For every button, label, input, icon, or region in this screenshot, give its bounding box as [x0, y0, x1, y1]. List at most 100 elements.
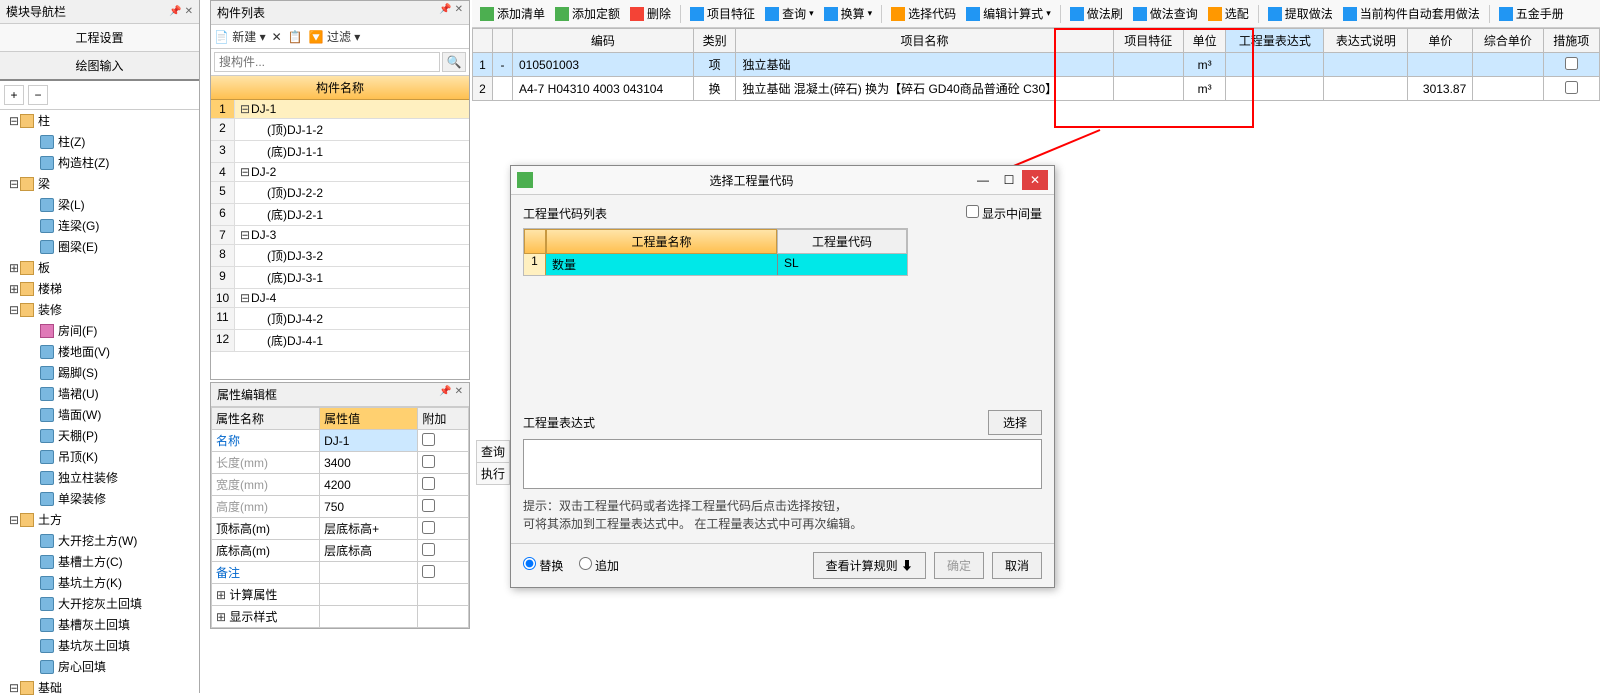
property-row[interactable]: ⊞ 计算属性	[212, 584, 469, 606]
property-table[interactable]: 属性名称属性值附加名称DJ-1长度(mm)3400宽度(mm)4200高度(mm…	[211, 407, 469, 628]
main-table[interactable]: 编码类别项目名称项目特征单位工程量表达式表达式说明单价综合单价措施项1-0105…	[472, 28, 1600, 101]
component-row[interactable]: 3(底)DJ-1-1	[211, 141, 469, 163]
tree-item[interactable]: 大开挖土方(W)	[0, 530, 199, 551]
expr-textarea[interactable]	[523, 439, 1042, 489]
component-row[interactable]: 1⊟ DJ-1	[211, 100, 469, 119]
cancel-button[interactable]: 取消	[992, 552, 1042, 579]
component-row[interactable]: 5(顶)DJ-2-2	[211, 182, 469, 204]
main-col-header[interactable]	[473, 29, 493, 53]
tree-item[interactable]: ⊟梁	[0, 173, 199, 194]
tree-item[interactable]: 基槽灰土回填	[0, 614, 199, 635]
tree-item[interactable]: 柱(Z)	[0, 131, 199, 152]
toolbar-项目特征[interactable]: 项目特征	[686, 3, 759, 24]
copy-icon[interactable]: 📋	[288, 30, 303, 44]
nav-add-button[interactable]: +	[4, 85, 24, 105]
tree-item[interactable]: 连梁(G)	[0, 215, 199, 236]
show-mid-checkbox[interactable]: 显示中间量	[966, 205, 1042, 222]
view-rule-button[interactable]: 查看计算规则 ⬇	[813, 552, 926, 579]
tree-item[interactable]: ⊞楼梯	[0, 278, 199, 299]
pin-icon[interactable]: 📌 ✕	[169, 6, 193, 17]
toolbar-选配[interactable]: 选配	[1204, 3, 1253, 24]
tree-item[interactable]: ⊟柱	[0, 110, 199, 131]
search-button[interactable]: 🔍	[442, 52, 466, 72]
component-row[interactable]: 10⊟ DJ-4	[211, 289, 469, 308]
property-row[interactable]: 顶标高(m)层底标高+	[212, 518, 469, 540]
dialog-titlebar[interactable]: 选择工程量代码 — ☐ ✕	[511, 166, 1054, 195]
pin-icon[interactable]: 📌 ✕	[439, 386, 463, 403]
tree-item[interactable]: 吊顶(K)	[0, 446, 199, 467]
component-row[interactable]: 8(顶)DJ-3-2	[211, 245, 469, 267]
radio-append[interactable]	[579, 557, 592, 570]
tree-item[interactable]: 圈梁(E)	[0, 236, 199, 257]
main-col-header[interactable]: 项目名称	[736, 29, 1113, 53]
tree-item[interactable]: 楼地面(V)	[0, 341, 199, 362]
toolbar-换算[interactable]: 换算 ▾	[820, 3, 877, 24]
table-row[interactable]: 2A4-7 H04310 4003 043104换独立基础 混凝土(碎石) 换为…	[473, 77, 1600, 101]
main-col-header[interactable]	[493, 29, 513, 53]
main-col-header[interactable]: 表达式说明	[1324, 29, 1408, 53]
main-col-header[interactable]: 类别	[693, 29, 736, 53]
nav-tree[interactable]: ⊟柱柱(Z)构造柱(Z)⊟梁梁(L)连梁(G)圈梁(E)⊞板⊞楼梯⊟装修房间(F…	[0, 110, 199, 700]
new-button[interactable]: 📄 新建 ▾	[214, 28, 266, 45]
toolbar-当前构件自动套用做法[interactable]: 当前构件自动套用做法	[1339, 3, 1484, 24]
tree-item[interactable]: 房心回填	[0, 656, 199, 677]
close-button[interactable]: ✕	[1022, 170, 1048, 190]
tree-item[interactable]: ⊞板	[0, 257, 199, 278]
toolbar-五金手册[interactable]: 五金手册	[1495, 3, 1568, 24]
select-button[interactable]: 选择	[988, 410, 1042, 435]
toolbar-添加定额[interactable]: 添加定额	[551, 3, 624, 24]
property-row[interactable]: 宽度(mm)4200	[212, 474, 469, 496]
exec-label[interactable]: 执行	[476, 462, 510, 485]
tree-item[interactable]: 单梁装修	[0, 488, 199, 509]
tree-item[interactable]: 基坑土方(K)	[0, 572, 199, 593]
tree-item[interactable]: 踢脚(S)	[0, 362, 199, 383]
tree-item[interactable]: 梁(L)	[0, 194, 199, 215]
property-row[interactable]: 名称DJ-1	[212, 430, 469, 452]
tab-project-settings[interactable]: 工程设置	[0, 24, 199, 52]
component-row[interactable]: 4⊟ DJ-2	[211, 163, 469, 182]
radio-replace[interactable]	[523, 557, 536, 570]
main-col-header[interactable]: 编码	[513, 29, 694, 53]
main-col-header[interactable]: 单位	[1183, 29, 1226, 53]
tree-item[interactable]: 大开挖灰土回填	[0, 593, 199, 614]
property-row[interactable]: 备注	[212, 562, 469, 584]
property-row[interactable]: 高度(mm)750	[212, 496, 469, 518]
property-row[interactable]: ⊞ 显示样式	[212, 606, 469, 628]
tree-item[interactable]: ⊟基础	[0, 677, 199, 698]
toolbar-查询[interactable]: 查询 ▾	[761, 3, 818, 24]
maximize-button[interactable]: ☐	[996, 170, 1022, 190]
component-row[interactable]: 6(底)DJ-2-1	[211, 204, 469, 226]
tree-item[interactable]: 墙裙(U)	[0, 383, 199, 404]
tree-item[interactable]: 基坑灰土回填	[0, 635, 199, 656]
toolbar-添加清单[interactable]: 添加清单	[476, 3, 549, 24]
main-col-header[interactable]: 单价	[1408, 29, 1473, 53]
tree-item[interactable]: ⊟装修	[0, 299, 199, 320]
main-col-header[interactable]: 综合单价	[1473, 29, 1543, 53]
toolbar-编辑计算式[interactable]: 编辑计算式 ▾	[962, 3, 1055, 24]
component-row[interactable]: 12(底)DJ-4-1	[211, 330, 469, 352]
ok-button[interactable]: 确定	[934, 552, 984, 579]
pin-icon[interactable]: 📌 ✕	[439, 4, 463, 21]
main-col-header[interactable]: 工程量表达式	[1226, 29, 1324, 53]
minimize-button[interactable]: —	[970, 170, 996, 190]
tree-item[interactable]: 房间(F)	[0, 320, 199, 341]
toolbar-选择代码[interactable]: 选择代码	[887, 3, 960, 24]
property-row[interactable]: 底标高(m)层底标高	[212, 540, 469, 562]
main-col-header[interactable]: 项目特征	[1113, 29, 1183, 53]
tab-drawing-input[interactable]: 绘图输入	[0, 52, 199, 81]
toolbar-删除[interactable]: 删除	[626, 3, 675, 24]
toolbar-做法刷[interactable]: 做法刷	[1066, 3, 1127, 24]
tree-item[interactable]: 独立柱装修	[0, 467, 199, 488]
toolbar-提取做法[interactable]: 提取做法	[1264, 3, 1337, 24]
component-row[interactable]: 9(底)DJ-3-1	[211, 267, 469, 289]
tree-item[interactable]: 构造柱(Z)	[0, 152, 199, 173]
component-row[interactable]: 7⊟ DJ-3	[211, 226, 469, 245]
component-row[interactable]: 11(顶)DJ-4-2	[211, 308, 469, 330]
mode-radio-group[interactable]: 替换 追加	[523, 557, 631, 574]
filter-button[interactable]: 🔽 过滤 ▾	[309, 28, 361, 45]
tree-item[interactable]: 墙面(W)	[0, 404, 199, 425]
tree-item[interactable]: ⊟土方	[0, 509, 199, 530]
search-input[interactable]	[214, 52, 440, 72]
nav-remove-button[interactable]: −	[28, 85, 48, 105]
delete-icon[interactable]: ✕	[272, 30, 282, 44]
